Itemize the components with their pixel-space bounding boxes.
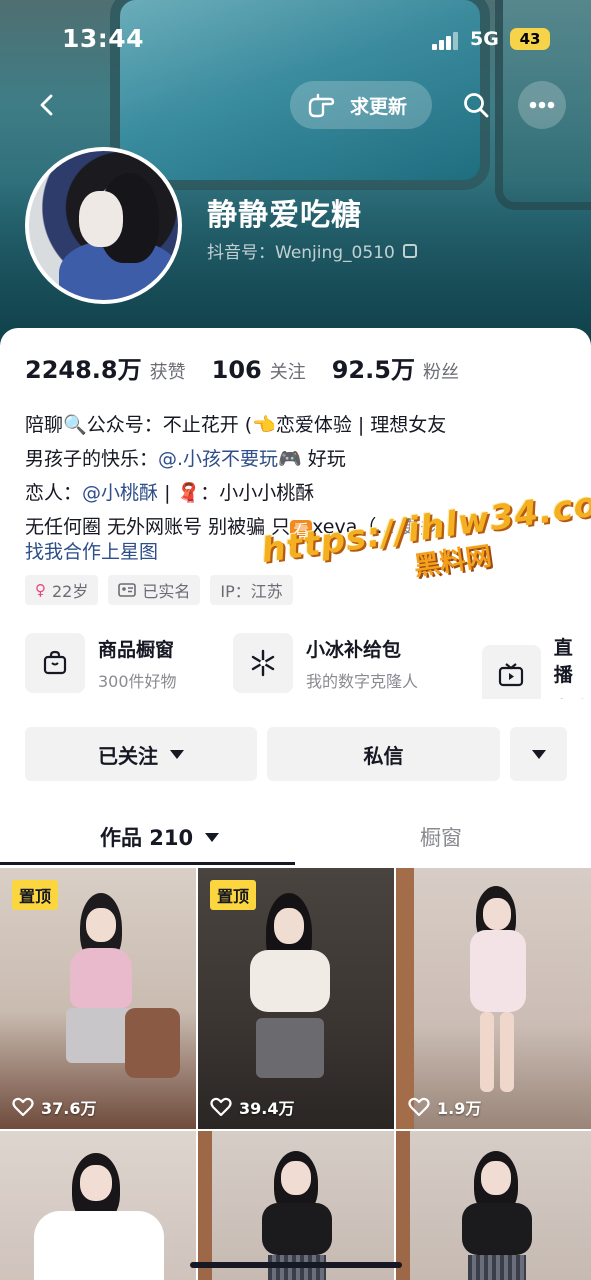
- service-xiaobing[interactable]: 小冰补给包 我的数字克隆人: [233, 633, 418, 693]
- like-count: 1.9万: [408, 1095, 481, 1119]
- copy-icon[interactable]: [402, 243, 417, 258]
- message-button[interactable]: 私信: [267, 727, 500, 781]
- video-thumbnail[interactable]: 置顶 39.4万: [198, 868, 394, 1129]
- kan-emoji-icon: 看: [290, 520, 313, 542]
- sparkle-icon: [251, 649, 275, 677]
- search-icon: [464, 93, 489, 118]
- status-bar: 13:44 5G 43: [0, 0, 591, 80]
- services-row: 商品橱窗 300件好物 小冰补给包 我的数字克隆人 直播 查看: [25, 633, 591, 699]
- request-update-button[interactable]: 求更新: [290, 81, 432, 129]
- active-tab-indicator: [0, 862, 295, 865]
- battery-icon: 43: [510, 28, 550, 50]
- avatar[interactable]: [25, 147, 182, 304]
- tab-shop-window[interactable]: 橱窗: [420, 822, 462, 852]
- tab-works[interactable]: 作品 210: [100, 822, 220, 852]
- shopping-bag-icon: [43, 650, 67, 675]
- like-count: 37.6万: [12, 1095, 96, 1119]
- video-thumbnail[interactable]: [396, 1131, 591, 1280]
- bio-mention-link-2[interactable]: @小桃酥: [82, 482, 158, 504]
- tv-icon: [499, 663, 524, 687]
- caret-down-icon: [170, 749, 184, 759]
- bio-line-3: 恋人：@小桃酥 | 🧣：小小小桃酥: [25, 482, 315, 504]
- bio-mention-link-1[interactable]: @.小孩不要玩: [158, 448, 278, 470]
- caret-down-icon: [531, 749, 546, 759]
- gamepad-emoji-icon: 🎮: [278, 448, 302, 470]
- back-arrow-icon: [40, 94, 53, 116]
- bio-line-2: 男孩子的快乐：@.小孩不要玩🎮 好玩: [25, 448, 346, 470]
- request-update-label: 求更新: [350, 95, 408, 118]
- more-dots-icon: [529, 101, 555, 109]
- stat-likes: 2248.8万 获赞: [25, 356, 186, 384]
- pinned-badge: 置顶: [12, 880, 59, 910]
- search-button[interactable]: [452, 81, 500, 129]
- pointing-hand-icon: [308, 93, 335, 118]
- bio-line-1: 陪聊🔍公众号：不止花开 (👈恋爱体验 | 理想女友: [25, 414, 447, 436]
- followed-button[interactable]: 已关注: [25, 727, 257, 781]
- heart-icon: [408, 1097, 430, 1117]
- video-thumbnail[interactable]: 置顶 37.6万: [0, 868, 196, 1129]
- bio-more-link[interactable]: 更多: [401, 516, 439, 538]
- video-thumbnail[interactable]: [198, 1131, 394, 1280]
- more-options-button[interactable]: [518, 81, 566, 129]
- account-id: 抖音号：Wenjing_0510: [207, 243, 395, 263]
- more-actions-button[interactable]: [510, 727, 567, 781]
- tag-verified: 已实名: [108, 575, 201, 605]
- pinned-badge: 置顶: [210, 880, 257, 910]
- collab-link[interactable]: 找我合作上星图: [25, 537, 158, 564]
- video-thumbnail[interactable]: 1.9万: [396, 868, 591, 1129]
- id-card-icon: [118, 583, 137, 597]
- home-indicator[interactable]: [190, 1262, 402, 1268]
- content-tabs: 作品 210 橱窗: [0, 810, 591, 866]
- tag-age: ♀ 22岁: [25, 575, 99, 605]
- profile-nickname: 静静爱吃糖: [207, 198, 362, 233]
- female-icon: ♀: [35, 581, 46, 599]
- heart-icon: [210, 1097, 232, 1117]
- scarf-emoji-icon: 🧣: [176, 482, 201, 504]
- magnifier-emoji-icon: 🔍: [63, 414, 87, 436]
- profile-stats: 2248.8万 获赞 106 关注 92.5万 粉丝: [25, 350, 485, 385]
- account-id-row[interactable]: 抖音号：Wenjing_0510: [207, 238, 417, 263]
- stat-following[interactable]: 106 关注: [212, 356, 306, 384]
- signal-icon: [432, 32, 458, 50]
- tag-ip-location: IP：江苏: [210, 575, 293, 605]
- stat-followers[interactable]: 92.5万 粉丝: [332, 350, 459, 385]
- network-type: 5G: [470, 28, 499, 50]
- service-live[interactable]: 直播 查看: [482, 633, 591, 699]
- caret-down-icon: [205, 832, 220, 842]
- profile-bio: 陪聊🔍公众号：不止花开 (👈恋爱体验 | 理想女友 男孩子的快乐：@.小孩不要玩…: [25, 408, 446, 544]
- heart-icon: [12, 1097, 34, 1117]
- like-count: 39.4万: [210, 1095, 294, 1119]
- service-shop-window[interactable]: 商品橱窗 300件好物: [25, 633, 177, 693]
- profile-tags: ♀ 22岁 已实名 IP：江苏: [25, 575, 303, 605]
- pointing-hand-emoji-icon: 👈: [252, 414, 276, 436]
- back-button[interactable]: [24, 81, 72, 129]
- status-time: 13:44: [62, 24, 145, 53]
- video-thumbnail[interactable]: [0, 1131, 196, 1280]
